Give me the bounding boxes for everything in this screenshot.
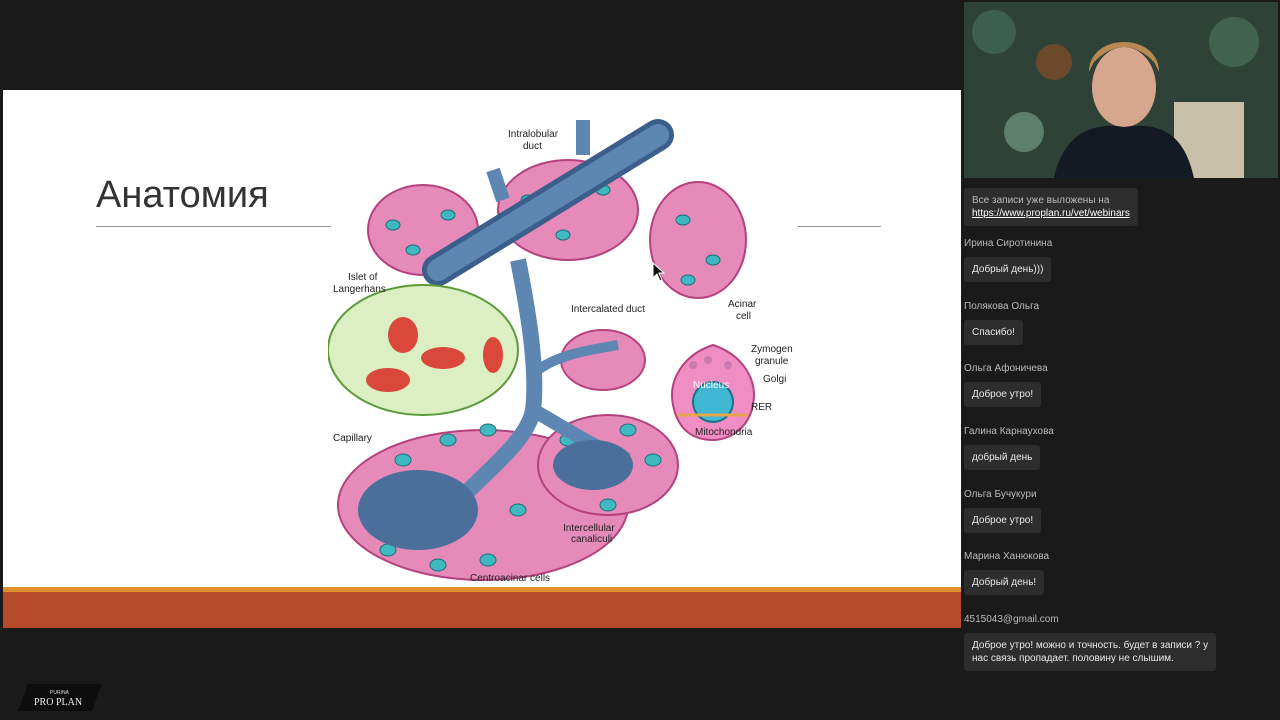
chat-message: Ирина Сиротинина Добрый день))): [964, 238, 1052, 282]
svg-text:PRO PLAN: PRO PLAN: [34, 697, 82, 708]
svg-text:canaliculi: canaliculi: [571, 534, 612, 545]
label-acinar-cell: Acinar: [728, 299, 757, 310]
presentation-slide: Анатомия Intralobular duct Islet of Lang…: [3, 90, 961, 628]
svg-text:Langerhans: Langerhans: [333, 284, 386, 295]
message-text: Спасибо!: [964, 320, 1023, 345]
message-text: Доброе утро!: [964, 382, 1042, 407]
message-author: Ирина Сиротинина: [964, 238, 1053, 249]
message-author: Галина Карнаухова: [964, 426, 1054, 437]
notice-text: Все записи уже выложены на: [972, 195, 1110, 206]
label-intercalated-duct: Intercalated duct: [571, 304, 645, 315]
chat-message: 4515043@gmail.com Доброе утро! можно и т…: [964, 614, 1217, 671]
pancreas-diagram: Intralobular duct Islet of Langerhans In…: [328, 119, 793, 584]
chat-panel: Все записи уже выложены на https://www.p…: [964, 184, 1280, 684]
webinars-link[interactable]: https://www.proplan.ru/vet/webinars: [972, 208, 1130, 219]
message-author: Марина Ханюкова: [964, 551, 1050, 562]
chat-message: Ольга Бучукури Доброе утро!: [964, 489, 1042, 533]
message-text: Добрый день!: [964, 570, 1045, 595]
message-text: Добрый день))): [964, 257, 1052, 282]
svg-text:duct: duct: [523, 141, 542, 152]
islet-of-langerhans: [328, 284, 519, 416]
slide-footer-bar: [3, 592, 961, 628]
label-zymogen: Zymogen: [751, 344, 793, 355]
proplan-logo: PURINA PRO PLAN: [18, 684, 102, 711]
svg-text:PURINA: PURINA: [50, 690, 70, 696]
message-text: добрый день: [964, 445, 1041, 470]
label-rer: RER: [751, 402, 772, 413]
webcam-video: [964, 2, 1278, 178]
title-divider: [96, 226, 331, 227]
message-author: Полякова Ольга: [964, 301, 1040, 312]
chat-message: Марина Ханюкова Добрый день!: [964, 551, 1049, 595]
chat-message: Полякова Ольга Спасибо!: [964, 301, 1039, 345]
message-author: Ольга Афоничева: [964, 363, 1048, 374]
label-intralobular-duct: Intralobular: [508, 129, 559, 140]
message-author: Ольга Бучукури: [964, 489, 1037, 500]
label-centroacinar: Centroacinar cells: [470, 573, 550, 584]
slide-title: Анатомия: [96, 174, 269, 216]
chat-message: Галина Карнаухова добрый день: [964, 426, 1054, 470]
label-islet: Islet of: [348, 272, 378, 283]
acinar-cell-detail: [671, 343, 755, 442]
message-text: Доброе утро! можно и точность. будет в з…: [964, 633, 1217, 671]
title-divider-right: [798, 226, 881, 227]
svg-text:cell: cell: [736, 311, 751, 322]
label-golgi: Golgi: [763, 374, 786, 385]
label-capillary: Capillary: [333, 433, 372, 444]
mouse-cursor-icon: [652, 262, 666, 282]
presenter-video-icon: [964, 2, 1278, 178]
svg-text:granule: granule: [755, 356, 789, 367]
message-author: 4515043@gmail.com: [964, 614, 1059, 625]
label-intercellular: Intercellular: [563, 523, 615, 534]
message-text: Доброе утро!: [964, 508, 1042, 533]
label-mitochondria: Mitochondria: [695, 427, 753, 438]
label-nucleus: Nucleus: [693, 380, 729, 391]
chat-message: Ольга Афоничева Доброе утро!: [964, 363, 1048, 407]
chat-notice: Все записи уже выложены на https://www.p…: [964, 188, 1138, 226]
